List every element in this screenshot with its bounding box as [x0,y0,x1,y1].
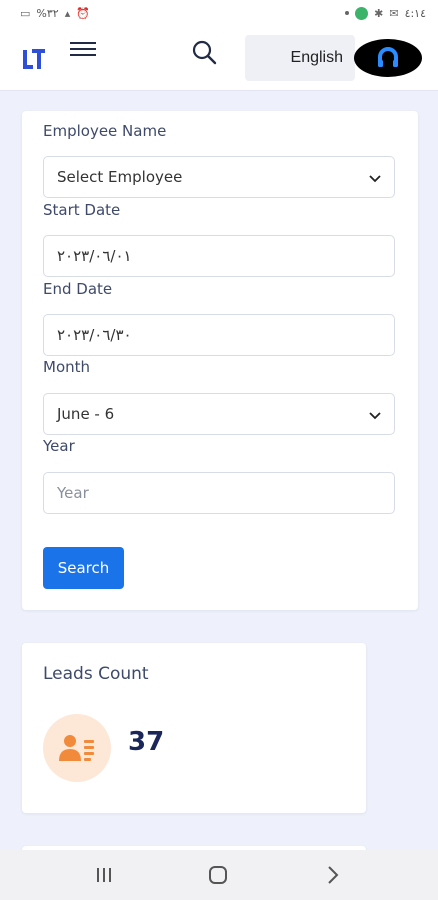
start-date-value: ٢٠٢٣/٠٦/٠١ [57,247,132,265]
month-select-value: June - 6 [57,405,115,423]
filter-form-card: Employee Name Select Employee Start Date… [22,111,418,610]
alarm-icon: ⏰ [76,6,90,20]
menu-line [70,54,96,56]
headset-icon [378,47,398,67]
search-button[interactable]: Search [43,547,124,589]
chevron-down-icon [369,175,381,183]
signal-icon: ▴ [64,6,71,20]
menu-button[interactable] [70,38,96,60]
leads-count-value: 37 [128,727,165,757]
system-nav-bar [0,850,438,900]
employee-select[interactable]: Select Employee [43,156,395,198]
home-icon[interactable] [207,864,229,886]
end-date-label: End Date [43,280,113,298]
leads-icon-badge [43,714,111,782]
search-icon[interactable] [190,38,218,66]
menu-line [70,42,96,44]
month-select[interactable]: June - 6 [43,393,395,435]
language-label: English [290,49,343,66]
battery-percent: %٣٢ [36,6,59,20]
recent-apps-icon[interactable] [93,864,115,886]
employee-name-label: Employee Name [43,122,167,140]
end-date-input[interactable]: ٢٠٢٣/٠٦/٣٠ [43,314,395,356]
leads-count-card: Leads Count 37 [22,643,366,813]
contacts-list-icon [59,735,94,761]
settings-icon: ✱ [374,6,384,20]
status-bar-left: ▭ %٣٢ ▴ ⏰ [20,7,90,20]
month-label: Month [43,358,91,376]
status-bar-right: ✱ ✉ ٤:١٤ [345,6,426,20]
employee-select-value: Select Employee [57,168,183,186]
year-label: Year [43,437,75,455]
mail-icon: ✉ [389,6,399,20]
app-header: English [0,26,438,91]
year-placeholder: Year [57,484,89,502]
chevron-down-icon [369,412,381,420]
language-button[interactable]: English [245,35,355,81]
app-notification-icon [355,6,369,20]
menu-line [70,48,96,50]
search-button-label: Search [57,559,110,577]
logo-icon[interactable] [20,45,48,73]
back-icon[interactable] [322,864,344,886]
notification-dot-icon [345,11,350,15]
year-input[interactable]: Year [43,472,395,514]
clock: ٤:١٤ [404,6,426,20]
start-date-label: Start Date [43,201,121,219]
start-date-input[interactable]: ٢٠٢٣/٠٦/٠١ [43,235,395,277]
avatar[interactable] [354,39,422,77]
battery-icon: ▭ [20,6,31,20]
leads-count-title: Leads Count [43,664,149,684]
status-bar: ▭ %٣٢ ▴ ⏰ ✱ ✉ ٤:١٤ [0,0,438,26]
end-date-value: ٢٠٢٣/٠٦/٣٠ [57,326,132,344]
